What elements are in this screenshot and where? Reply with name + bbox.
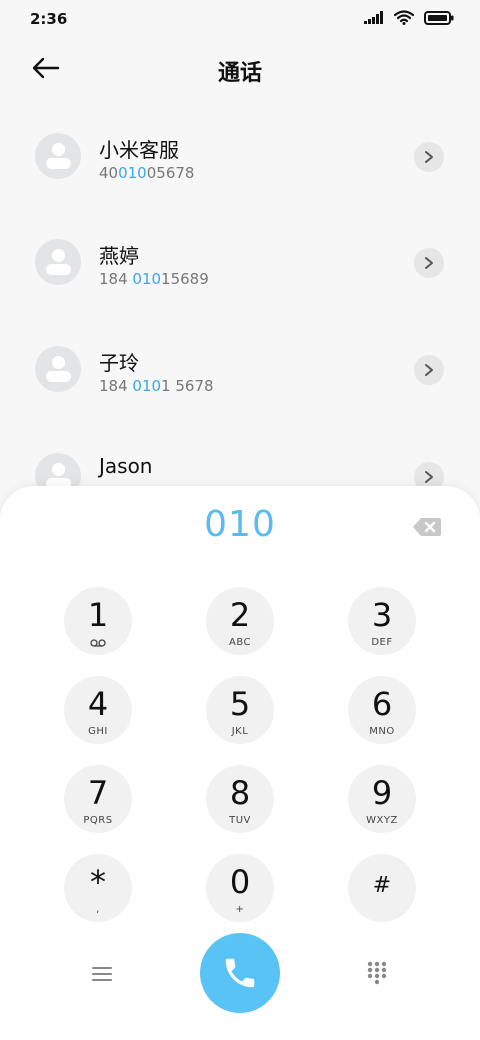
call-button[interactable] bbox=[200, 933, 280, 1013]
signal-icon bbox=[364, 11, 384, 24]
key-hash[interactable]: # bbox=[348, 854, 416, 922]
avatar bbox=[35, 346, 81, 392]
key-0[interactable]: 0 + bbox=[206, 854, 274, 922]
contact-row[interactable]: 子玲 184 0101 5678 bbox=[0, 313, 480, 419]
wifi-icon bbox=[394, 10, 414, 25]
contact-row[interactable]: 燕婷 184 01015689 bbox=[0, 206, 480, 312]
contact-name: 子玲 bbox=[99, 351, 139, 375]
key-7[interactable]: 7 PQRS bbox=[64, 765, 132, 833]
key-1[interactable]: 1 bbox=[64, 587, 132, 655]
avatar bbox=[35, 133, 81, 179]
key-6[interactable]: 6 MNO bbox=[348, 676, 416, 744]
dial-input[interactable]: 010 bbox=[0, 504, 480, 545]
key-2[interactable]: 2 ABC bbox=[206, 587, 274, 655]
keypad-toggle-button[interactable] bbox=[366, 961, 388, 985]
key-3[interactable]: 3 DEF bbox=[348, 587, 416, 655]
chevron-right-icon bbox=[425, 151, 433, 163]
key-star[interactable]: * , bbox=[64, 854, 132, 922]
page-title: 通话 bbox=[217, 61, 262, 86]
key-5[interactable]: 5 JKL bbox=[206, 676, 274, 744]
chevron-right-icon bbox=[425, 471, 433, 483]
contact-detail-button[interactable] bbox=[414, 355, 444, 385]
key-8[interactable]: 8 TUV bbox=[206, 765, 274, 833]
key-4[interactable]: 4 GHI bbox=[64, 676, 132, 744]
status-bar: 2:36 bbox=[0, 0, 480, 38]
backspace-icon bbox=[413, 518, 441, 536]
dialer-panel: 010 1 2 ABC 3 DEF 4 GHI 5 JKL 6 MNO 7 PQ… bbox=[0, 486, 480, 1040]
contact-name: 燕婷 bbox=[99, 244, 139, 268]
contact-number: 184 0101 5678 bbox=[99, 377, 214, 395]
key-9[interactable]: 9 WXYZ bbox=[348, 765, 416, 833]
avatar bbox=[35, 239, 81, 285]
dialpad-icon bbox=[367, 961, 387, 985]
phone-icon bbox=[225, 958, 255, 988]
contact-detail-button[interactable] bbox=[414, 142, 444, 172]
battery-icon bbox=[424, 10, 454, 25]
backspace-button[interactable] bbox=[412, 516, 442, 538]
menu-icon bbox=[92, 967, 112, 981]
contact-detail-button[interactable] bbox=[414, 248, 444, 278]
contact-name: 小米客服 bbox=[99, 138, 179, 162]
dialer-bottom-bar bbox=[0, 933, 480, 1013]
contact-number: 184 01015689 bbox=[99, 270, 209, 288]
header: 通话 bbox=[0, 38, 480, 100]
chevron-right-icon bbox=[425, 364, 433, 376]
contact-name: Jason bbox=[99, 454, 153, 478]
voicemail-icon bbox=[90, 639, 106, 647]
chevron-right-icon bbox=[425, 257, 433, 269]
contact-row[interactable]: 小米客服 4001005678 bbox=[0, 100, 480, 206]
menu-button[interactable] bbox=[88, 963, 116, 985]
contact-number: 4001005678 bbox=[99, 164, 195, 182]
status-icons bbox=[364, 10, 454, 25]
status-time: 2:36 bbox=[30, 10, 68, 28]
